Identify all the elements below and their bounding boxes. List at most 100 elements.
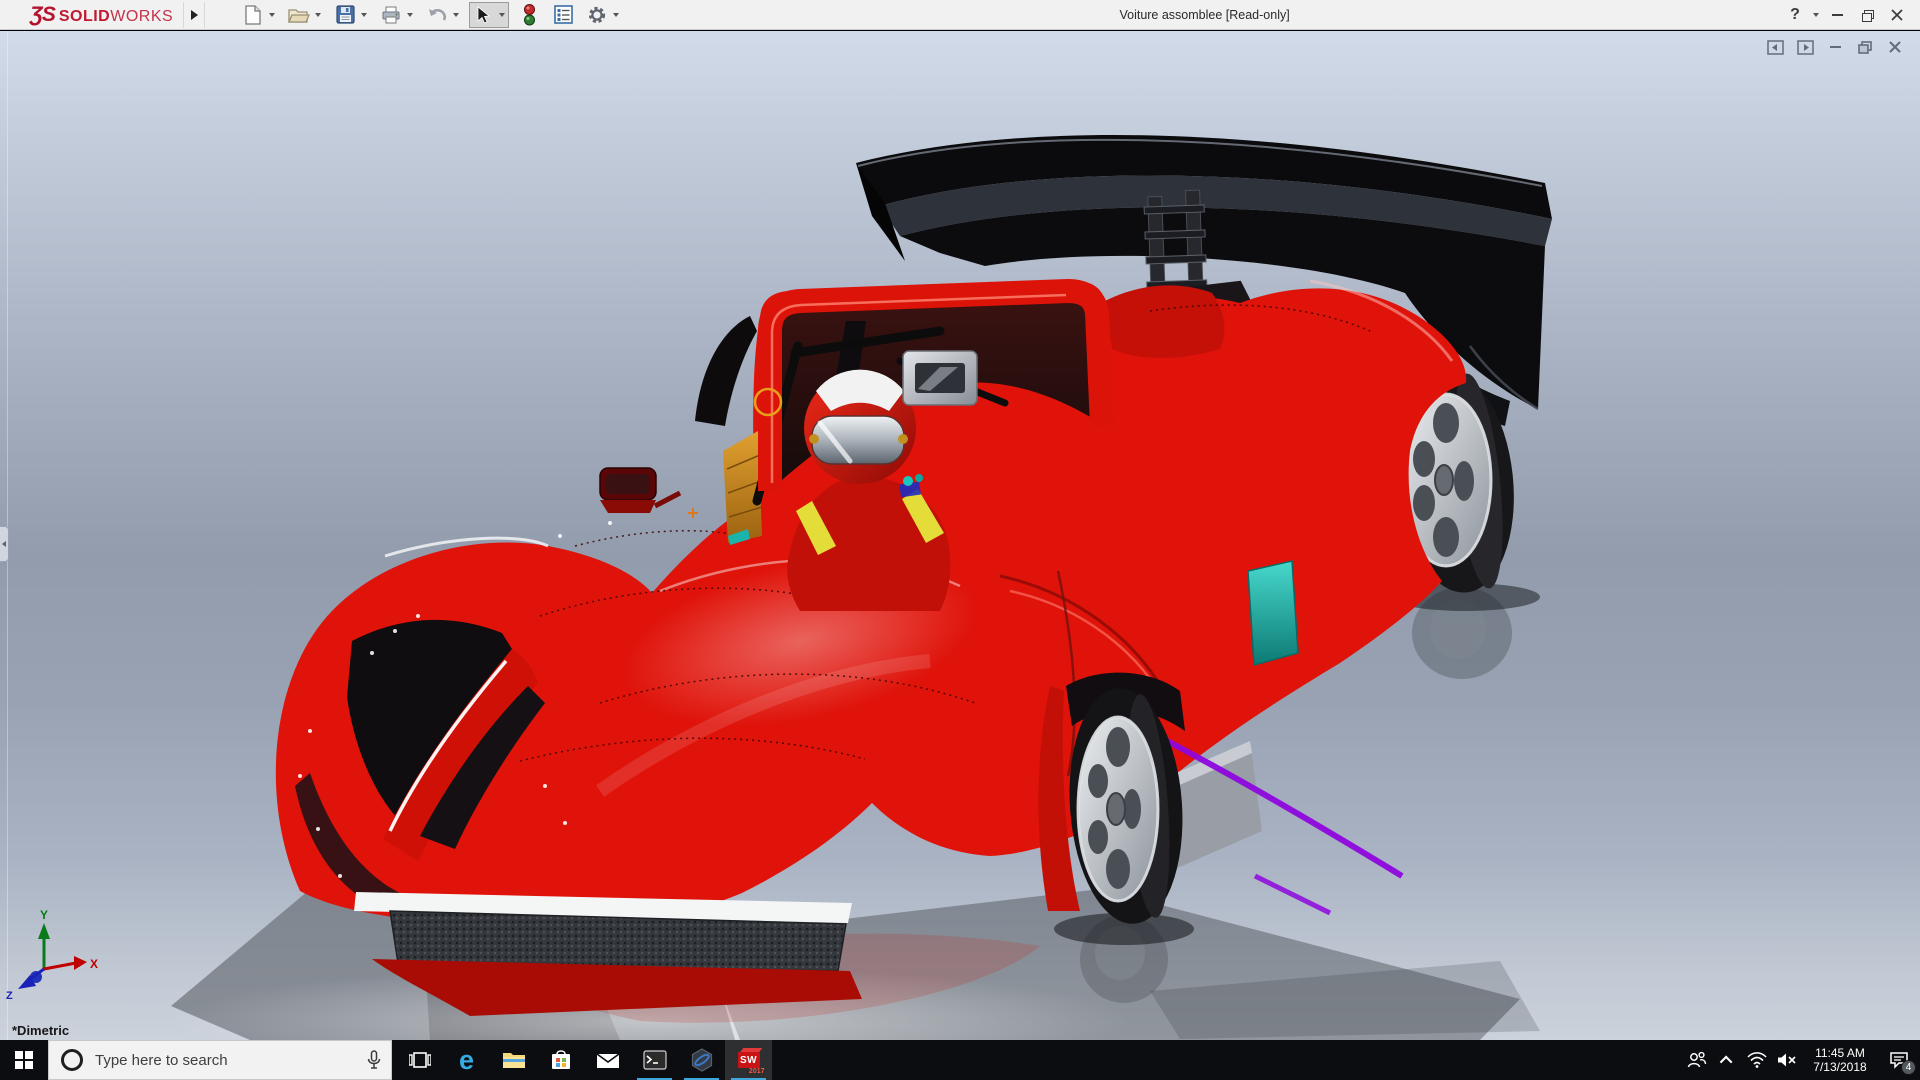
taskbar-app-task-view[interactable] xyxy=(396,1040,443,1080)
mail-icon xyxy=(596,1053,619,1068)
menu-flyout-arrow[interactable] xyxy=(183,1,206,28)
dock-left-button[interactable] xyxy=(1764,37,1786,57)
options-list-button[interactable] xyxy=(550,3,576,27)
settings-dropdown[interactable] xyxy=(610,3,622,27)
windows-logo-icon xyxy=(15,1051,33,1069)
new-document-icon xyxy=(245,4,261,25)
triad-z-label: Z xyxy=(6,990,13,1002)
gear-icon xyxy=(589,6,606,23)
rear-view-mirror xyxy=(902,350,978,406)
settings-button[interactable] xyxy=(584,3,610,27)
doc-close-button[interactable] xyxy=(1884,37,1906,57)
doc-restore-button[interactable] xyxy=(1854,37,1876,57)
select-tool-button[interactable] xyxy=(470,3,496,27)
close-button[interactable] xyxy=(1882,1,1912,29)
minimize-icon xyxy=(1831,13,1843,16)
brand-solid-text: SOLID xyxy=(58,7,111,25)
doc-restore-icon xyxy=(1858,40,1872,54)
orientation-triad: Y X Z xyxy=(6,908,98,1002)
restore-button[interactable] xyxy=(1852,1,1882,29)
dock-right-button[interactable] xyxy=(1794,37,1816,57)
helmet-visor xyxy=(811,415,905,465)
minimize-button[interactable] xyxy=(1822,1,1852,29)
triad-y-label: Y xyxy=(40,908,48,922)
taskbar-apps: e SW 2017 xyxy=(396,1040,772,1080)
print-dropdown[interactable] xyxy=(404,3,416,27)
taskbar-app-microsoft-store[interactable] xyxy=(537,1040,584,1080)
properties-list-icon xyxy=(553,5,573,24)
people-icon xyxy=(1687,1051,1707,1068)
triad-x-label: X xyxy=(90,957,98,971)
traffic-light-icon xyxy=(523,3,535,25)
open-button[interactable] xyxy=(286,3,312,27)
microphone-icon xyxy=(367,1050,381,1069)
rebuild-button[interactable] xyxy=(516,3,542,27)
doc-close-icon xyxy=(1889,41,1901,53)
taskbar-app-edge[interactable]: e xyxy=(443,1040,490,1080)
new-document-button[interactable] xyxy=(240,3,266,27)
help-button[interactable]: ? xyxy=(1780,1,1810,29)
titlebar: ƷS SOLID WORKS Voiture assomblee [Read-o… xyxy=(0,0,1920,30)
taskbar-app-hexagon-3d[interactable] xyxy=(678,1040,725,1080)
taskbar-search-box[interactable] xyxy=(48,1040,392,1080)
select-tool-dropdown[interactable] xyxy=(496,3,508,27)
graphics-viewport[interactable]: Y X Z *Dimetric xyxy=(0,31,1920,1040)
search-input[interactable] xyxy=(93,1050,357,1070)
document-window-controls xyxy=(1764,37,1906,57)
front-wheel xyxy=(1038,672,1194,945)
taskbar: e SW 2017 xyxy=(0,1040,1920,1080)
solidworks-icon: SW 2017 xyxy=(737,1048,765,1075)
taskbar-app-command-prompt[interactable] xyxy=(631,1040,678,1080)
undo-arrow-icon xyxy=(429,8,447,21)
help-dropdown[interactable] xyxy=(1810,3,1822,27)
document-title: Voiture assomblee [Read-only] xyxy=(1119,7,1290,22)
wifi-icon xyxy=(1747,1052,1767,1068)
file-explorer-icon xyxy=(502,1053,525,1068)
featuremanager-collapsed-tab[interactable] xyxy=(0,526,9,562)
car-3d-render: Y X Z xyxy=(6,134,1552,1040)
undo-button[interactable] xyxy=(424,3,450,27)
flyout-triangle-icon xyxy=(190,9,198,20)
start-button[interactable] xyxy=(0,1040,48,1080)
brand-works-text: WORKS xyxy=(110,7,174,25)
notification-badge: 4 xyxy=(1901,1060,1916,1075)
select-cursor-icon xyxy=(477,5,491,24)
people-button[interactable] xyxy=(1682,1040,1712,1080)
view-orientation-label: *Dimetric xyxy=(12,1023,70,1038)
clock[interactable]: 11:45 AM 7/13/2018 xyxy=(1808,1046,1872,1074)
system-tray: 11:45 AM 7/13/2018 4 xyxy=(1682,1040,1920,1080)
new-document-dropdown[interactable] xyxy=(266,3,278,27)
taskbar-app-solidworks[interactable]: SW 2017 xyxy=(725,1040,772,1080)
edge-icon: e xyxy=(458,1044,475,1075)
quick-access-toolbar xyxy=(239,0,629,30)
hexagon-3d-icon xyxy=(691,1048,712,1072)
taskbar-app-mail[interactable] xyxy=(584,1040,631,1080)
action-center-button[interactable]: 4 xyxy=(1878,1040,1920,1080)
print-button[interactable] xyxy=(378,3,404,27)
microphone-button[interactable] xyxy=(357,1050,391,1070)
cortana-icon xyxy=(61,1049,83,1071)
open-dropdown[interactable] xyxy=(312,3,324,27)
close-icon xyxy=(1891,8,1903,21)
tray-time: 11:45 AM xyxy=(1815,1046,1865,1060)
command-prompt-icon xyxy=(642,1050,667,1070)
save-floppy-icon xyxy=(336,5,355,24)
undo-dropdown[interactable] xyxy=(450,3,462,27)
solidworks-logo[interactable]: ƷS SOLID WORKS xyxy=(30,3,173,27)
volume-button[interactable] xyxy=(1772,1040,1802,1080)
doc-minimize-button[interactable] xyxy=(1824,37,1846,57)
network-button[interactable] xyxy=(1742,1040,1772,1080)
taskbar-app-file-explorer[interactable] xyxy=(490,1040,537,1080)
print-icon xyxy=(382,6,400,23)
side-mirror xyxy=(599,467,682,513)
dock-right-icon xyxy=(1796,39,1814,55)
dock-left-icon xyxy=(1766,39,1784,55)
window-controls: ? xyxy=(1780,0,1912,30)
save-dropdown[interactable] xyxy=(358,3,370,27)
save-button[interactable] xyxy=(332,3,358,27)
show-hidden-icons-button[interactable] xyxy=(1712,1040,1742,1080)
restore-icon xyxy=(1861,9,1874,22)
dassault-logo-glyph: ƷS xyxy=(30,2,56,26)
tray-date: 7/13/2018 xyxy=(1813,1060,1867,1074)
volume-muted-icon xyxy=(1778,1053,1796,1067)
